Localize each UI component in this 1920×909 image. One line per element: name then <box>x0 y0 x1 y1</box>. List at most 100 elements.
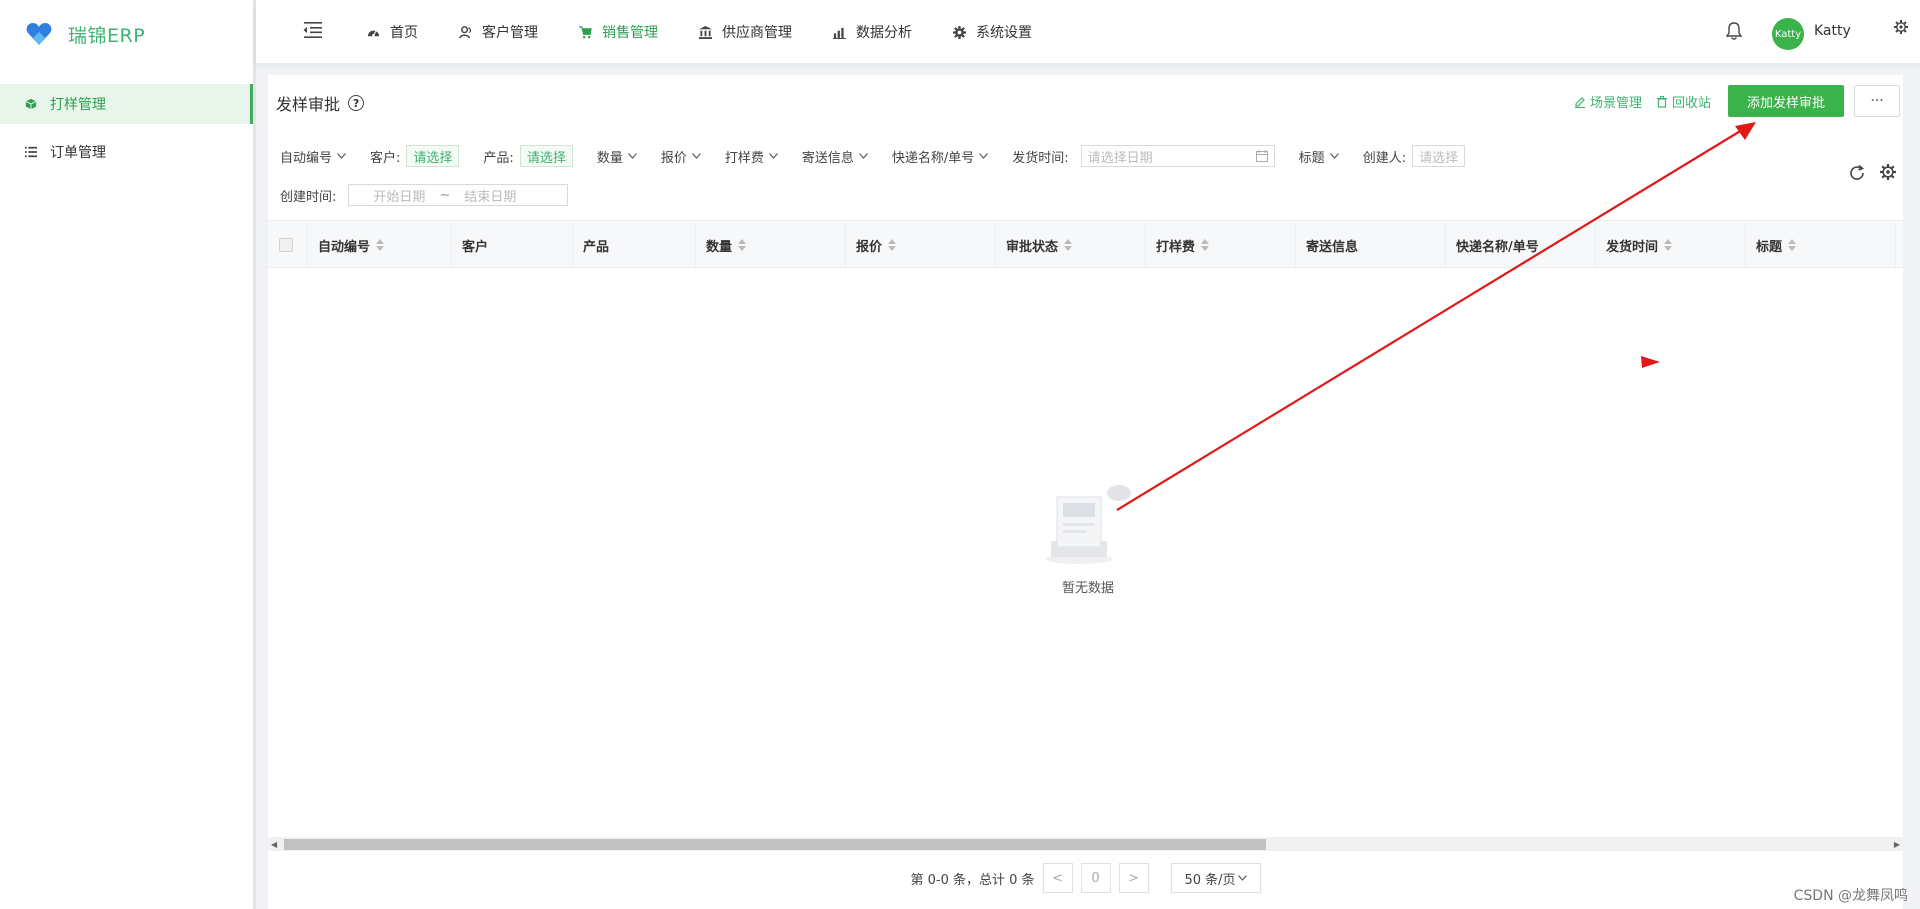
filter-label: 打样费 <box>724 150 764 166</box>
filter-product: 产品: 请选择 <box>483 145 573 167</box>
sort-icon <box>1664 239 1673 251</box>
nav-label: 首页 <box>390 25 418 41</box>
calendar-icon <box>1255 150 1268 162</box>
next-page-button[interactable]: > <box>1118 863 1149 893</box>
page-header: 发样审批 ? <box>276 91 365 115</box>
filter-label: 创建时间: <box>280 189 337 205</box>
filter-creator: 创建人: 请选择 <box>1363 145 1466 167</box>
scrollbar-thumb[interactable] <box>284 839 1266 850</box>
more-actions-button[interactable]: ··· <box>1854 85 1900 117</box>
page-title: 发样审批 <box>276 95 341 114</box>
filter-label: 标题 <box>1298 150 1325 166</box>
select-all-checkbox[interactable] <box>279 238 293 252</box>
column-header[interactable]: 快递名称/单号 <box>1446 221 1596 269</box>
scroll-left-icon[interactable]: ◀ <box>271 840 277 849</box>
watermark: CSDN @龙舞凤鸣 <box>1793 888 1908 904</box>
filter-bar: 自动编号 客户: 请选择 产品: 请选择 数量 报价 打样费 寄送信息 快递名称/单… <box>280 143 1880 221</box>
prev-page-button[interactable]: < <box>1042 863 1073 893</box>
cube-icon <box>24 97 38 111</box>
creator-select[interactable]: 请选择 <box>1412 145 1466 167</box>
nav-system-settings[interactable]: 系统设置 <box>952 22 1032 42</box>
column-header[interactable]: 发货时间 <box>1596 221 1746 269</box>
nav-label: 数据分析 <box>856 25 912 41</box>
empty-state: 暂无数据 <box>1038 485 1138 596</box>
column-header[interactable]: 数量 <box>696 221 846 269</box>
filter-row: 自动编号 客户: 请选择 产品: 请选择 数量 报价 打样费 寄送信息 快递名称/单… <box>280 143 1880 169</box>
filter-customer: 客户: 请选择 <box>370 145 460 167</box>
filter-title[interactable]: 标题 <box>1299 147 1339 166</box>
nav-data-analysis[interactable]: 数据分析 <box>832 22 912 42</box>
column-header[interactable]: 审批状态 <box>996 221 1146 269</box>
username[interactable]: Katty <box>1814 23 1851 39</box>
filter-auto-number[interactable]: 自动编号 <box>280 147 346 166</box>
column-header[interactable]: 打样费 <box>1146 221 1296 269</box>
filter-sample-fee[interactable]: 打样费 <box>725 147 778 166</box>
filter-express[interactable]: 快递名称/单号 <box>892 147 989 166</box>
sidebar: 瑞锦ERP 打样管理 订单管理 <box>0 0 256 909</box>
sort-icon <box>1064 239 1073 251</box>
column-header[interactable]: 产品 <box>573 221 696 269</box>
nav-sales-management[interactable]: 销售管理 <box>578 22 658 42</box>
scene-management-link[interactable]: 场景管理 <box>1574 92 1642 111</box>
menu-collapse-icon[interactable] <box>302 22 322 38</box>
chevron-down-icon <box>691 153 701 159</box>
column-settings-gear-icon[interactable] <box>1880 164 1896 180</box>
nav-customer-management[interactable]: 客户管理 <box>458 22 538 42</box>
start-date-placeholder: 开始日期 <box>373 189 426 205</box>
filter-quantity[interactable]: 数量 <box>597 147 637 166</box>
sort-icon <box>888 239 897 251</box>
customer-select[interactable]: 请选择 <box>406 145 460 167</box>
end-date-placeholder: 结束日期 <box>464 189 517 205</box>
horizontal-scrollbar[interactable]: ◀ ▶ <box>268 837 1903 851</box>
nav-label: 系统设置 <box>976 25 1032 41</box>
scroll-right-icon[interactable]: ▶ <box>1894 840 1900 849</box>
chevron-down-icon <box>858 153 868 159</box>
filter-label: 数量 <box>596 150 623 166</box>
column-header[interactable]: 寄送信息 <box>1296 221 1446 269</box>
main-nav: 首页 客户管理 销售管理 供应商管理 数据分析 系统设置 <box>366 0 1072 64</box>
pagination-summary: 第 0-0 条，总计 0 条 <box>910 872 1035 888</box>
filter-quote[interactable]: 报价 <box>661 147 701 166</box>
column-label: 发货时间 <box>1606 239 1659 255</box>
sidebar-item-order-management[interactable]: 订单管理 <box>0 132 253 172</box>
list-icon <box>24 145 38 159</box>
create-date-range-picker[interactable]: 开始日期 ~ 结束日期 <box>348 184 569 206</box>
settings-gear-icon[interactable] <box>1894 20 1908 34</box>
add-sample-approval-button[interactable]: 添加发样审批 <box>1728 85 1844 117</box>
select-all-cell <box>268 221 308 269</box>
ship-date-picker[interactable]: 请选择日期 <box>1080 145 1275 167</box>
sidebar-item-label: 打样管理 <box>50 97 106 113</box>
page-size-select[interactable]: 50 条/页 <box>1170 863 1261 893</box>
nav-label: 供应商管理 <box>722 25 792 41</box>
app-name: 瑞锦ERP <box>68 24 146 47</box>
recycle-bin-link[interactable]: 回收站 <box>1656 92 1711 111</box>
sort-icon <box>738 239 747 251</box>
bank-icon <box>698 25 712 39</box>
page-size-label: 50 条/页 <box>1184 872 1236 888</box>
ship-date-placeholder: 请选择日期 <box>1087 150 1153 166</box>
chevron-down-icon <box>1237 875 1247 881</box>
column-header[interactable]: 标题 <box>1746 221 1896 269</box>
sort-icon <box>1788 239 1797 251</box>
nav-supplier-management[interactable]: 供应商管理 <box>698 22 792 42</box>
bar-chart-icon <box>832 25 846 39</box>
empty-inbox-icon <box>1045 485 1131 564</box>
sidebar-item-sample-management[interactable]: 打样管理 <box>0 84 253 124</box>
bell-icon[interactable] <box>1726 22 1742 40</box>
column-header[interactable]: 客户 <box>452 221 573 269</box>
logo[interactable]: 瑞锦ERP <box>0 0 253 68</box>
filter-create-time: 创建时间: 开始日期 ~ 结束日期 <box>280 184 569 206</box>
current-page[interactable]: 0 <box>1080 863 1111 893</box>
avatar[interactable]: Katty <box>1772 18 1804 50</box>
column-label: 打样费 <box>1156 239 1196 255</box>
filter-shipping-info[interactable]: 寄送信息 <box>802 147 868 166</box>
chevron-down-icon <box>627 153 637 159</box>
column-header[interactable]: 报价 <box>846 221 996 269</box>
column-label: 快递名称/单号 <box>1456 239 1539 255</box>
column-header[interactable]: 自动编号 <box>308 221 452 269</box>
filter-label: 自动编号 <box>280 150 333 166</box>
nav-home[interactable]: 首页 <box>366 22 418 42</box>
refresh-icon[interactable] <box>1848 164 1866 182</box>
help-icon[interactable]: ? <box>348 95 365 111</box>
product-select[interactable]: 请选择 <box>519 145 573 167</box>
